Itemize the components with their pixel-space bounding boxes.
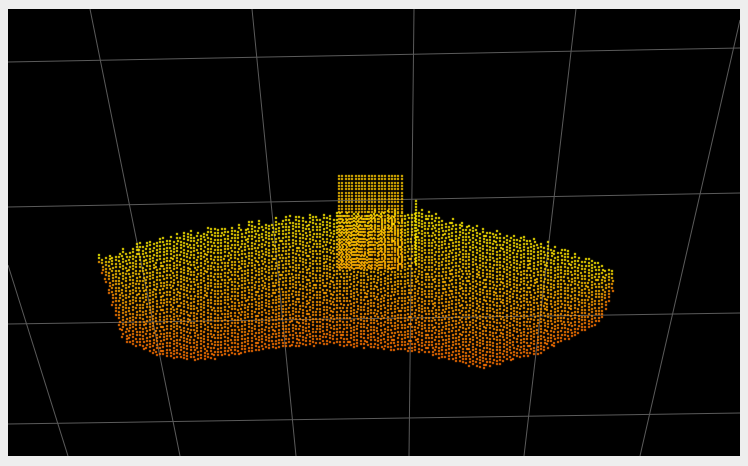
point-cloud-viewport[interactable] bbox=[8, 9, 740, 456]
point-cloud bbox=[8, 9, 740, 456]
